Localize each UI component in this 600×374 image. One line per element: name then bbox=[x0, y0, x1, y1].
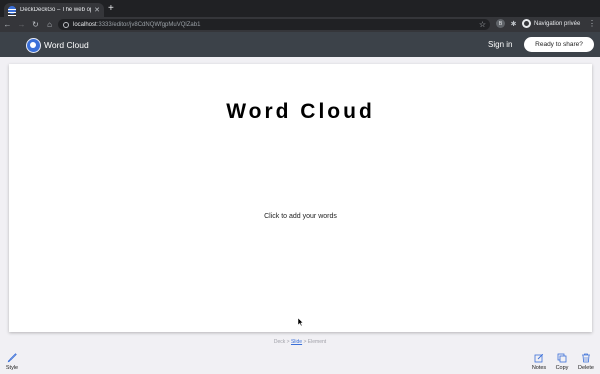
browser-tab[interactable]: DeckDeckGo – The web open ✕ bbox=[4, 3, 104, 17]
profile-label: Navigation privée bbox=[534, 20, 581, 27]
notes-label: Notes bbox=[531, 365, 547, 371]
breadcrumb-element[interactable]: Element bbox=[308, 339, 326, 345]
profile-button[interactable]: Navigation privée bbox=[522, 19, 580, 28]
site-info-icon[interactable] bbox=[63, 21, 69, 28]
tab-title: DeckDeckGo – The web open bbox=[20, 7, 91, 13]
extension-b-icon[interactable]: B bbox=[496, 19, 505, 28]
delete-label: Delete bbox=[578, 365, 594, 371]
browser-menu-icon[interactable]: ⋮ bbox=[588, 18, 596, 30]
copy-icon bbox=[557, 353, 567, 363]
slide-canvas[interactable]: Word Cloud Click to add your words bbox=[9, 64, 592, 332]
extensions-puzzle-icon[interactable]: ✱ bbox=[509, 19, 518, 28]
add-words-placeholder[interactable]: Click to add your words bbox=[9, 213, 592, 220]
ready-to-share-button[interactable]: Ready to share? bbox=[524, 37, 594, 52]
breadcrumb-separator: > bbox=[286, 339, 290, 345]
close-tab-icon[interactable]: ✕ bbox=[94, 6, 100, 14]
notes-button[interactable]: Notes bbox=[528, 353, 550, 371]
breadcrumb-slide[interactable]: Slide bbox=[291, 339, 302, 345]
copy-label: Copy bbox=[555, 365, 569, 371]
breadcrumb: Deck > Slide > Element bbox=[0, 339, 600, 345]
breadcrumb-deck[interactable]: Deck bbox=[274, 339, 285, 345]
new-tab-icon[interactable]: + bbox=[108, 3, 114, 15]
breadcrumb-separator: > bbox=[303, 339, 307, 345]
slide-title[interactable]: Word Cloud bbox=[9, 100, 592, 124]
home-icon[interactable]: ⌂ bbox=[43, 18, 56, 31]
notes-icon bbox=[534, 353, 544, 363]
copy-button[interactable]: Copy bbox=[551, 353, 573, 371]
url-host: localhost bbox=[73, 21, 97, 28]
url-path: :3333/editor/jv8CdNQWfgpMuVQlZab1 bbox=[96, 21, 201, 28]
style-button[interactable]: Style bbox=[1, 353, 23, 371]
deck-title: Word Cloud bbox=[44, 40, 89, 50]
browser-tabstrip: DeckDeckGo – The web open ✕ + bbox=[0, 0, 600, 17]
trash-icon bbox=[582, 353, 590, 363]
delete-button[interactable]: Delete bbox=[575, 353, 597, 371]
reload-icon[interactable]: ↻ bbox=[29, 18, 42, 31]
incognito-avatar-icon bbox=[522, 19, 531, 28]
back-arrow-icon[interactable]: ← bbox=[1, 18, 14, 31]
forward-arrow-icon[interactable]: → bbox=[15, 18, 28, 31]
bookmark-star-icon[interactable]: ☆ bbox=[479, 19, 486, 30]
sign-in-link[interactable]: Sign in bbox=[488, 40, 512, 49]
style-label: Style bbox=[5, 365, 19, 371]
brush-icon bbox=[7, 353, 17, 363]
mouse-cursor-icon bbox=[298, 318, 304, 326]
hamburger-menu-icon[interactable] bbox=[8, 9, 16, 16]
address-bar[interactable]: localhost :3333/editor/jv8CdNQWfgpMuVQlZ… bbox=[58, 19, 490, 30]
deckdeckgo-logo-icon[interactable] bbox=[26, 38, 41, 53]
